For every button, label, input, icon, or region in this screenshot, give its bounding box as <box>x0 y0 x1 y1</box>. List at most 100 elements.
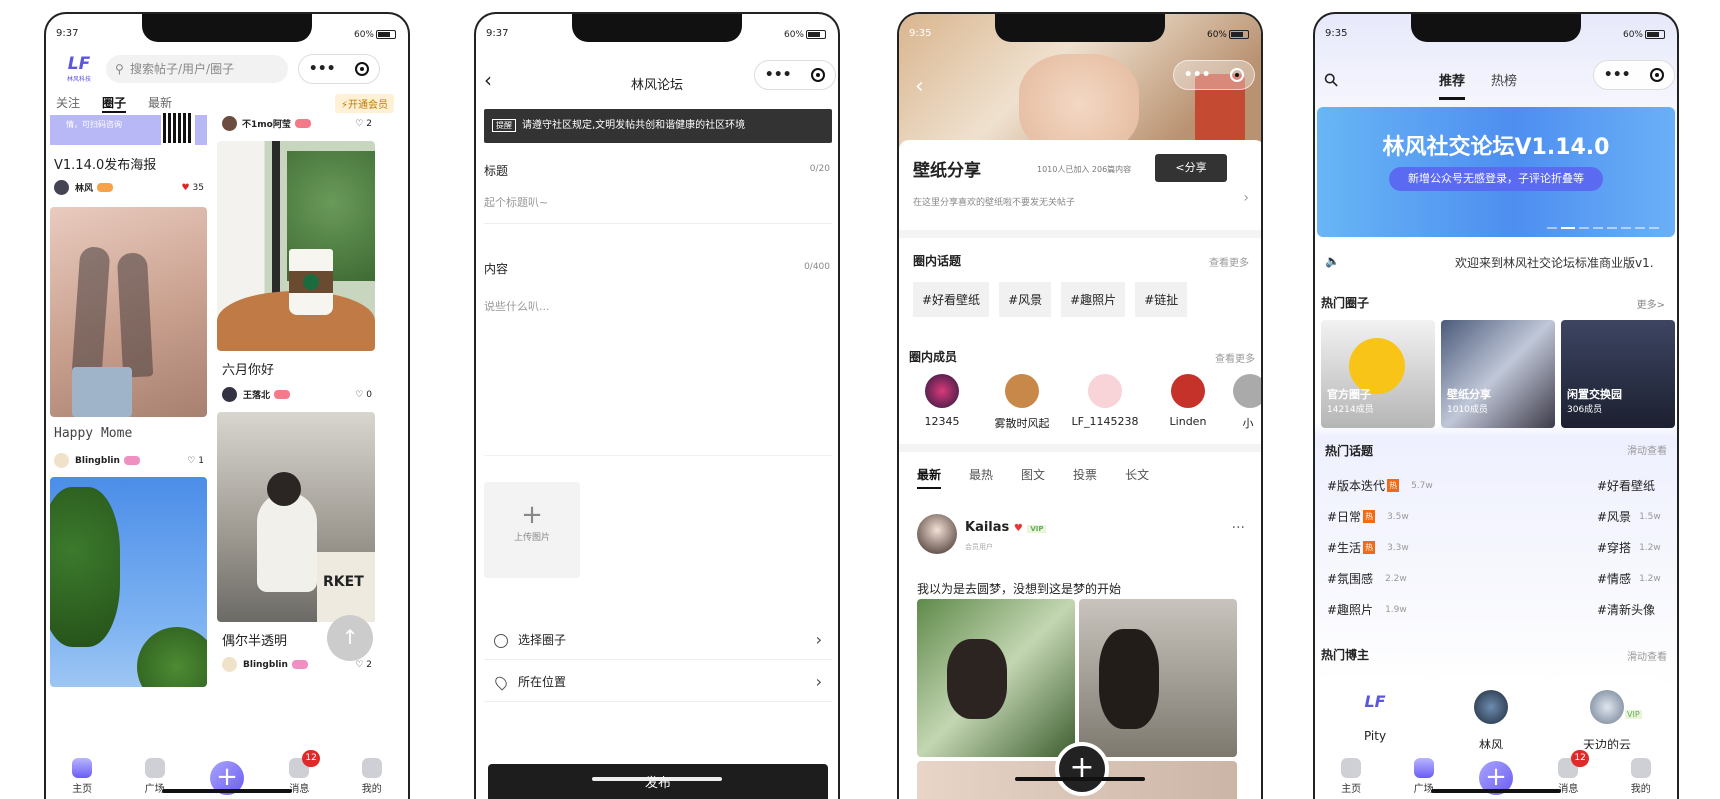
member-item[interactable]: LF_1145238 <box>1067 374 1143 431</box>
topic-row[interactable]: #好看壁纸 <box>1597 470 1677 501</box>
miniapp-capsule[interactable]: ••• <box>298 54 380 84</box>
title-input[interactable]: 起个标题叭~ <box>484 194 832 224</box>
tab-recommend[interactable]: 推荐 <box>1439 70 1466 100</box>
miniapp-capsule[interactable]: ••• <box>1593 60 1675 90</box>
more-icon[interactable]: ••• <box>765 67 792 83</box>
post-image-shadows[interactable] <box>50 207 207 417</box>
topic-name: #好看壁纸 <box>1597 479 1656 493</box>
member-item[interactable]: Linden <box>1153 374 1223 431</box>
tab-hot-list[interactable]: 热榜 <box>1491 70 1517 100</box>
tab-following[interactable]: 关注 <box>56 94 80 113</box>
topic-row[interactable]: #日常热 3.5w <box>1327 501 1497 532</box>
avatar <box>1171 374 1205 408</box>
post-author[interactable]: Kailas ♥ VIP <box>965 520 1047 535</box>
divider <box>899 230 1261 238</box>
upload-image-button[interactable]: + 上传图片 <box>484 482 580 578</box>
search-icon: ⚲ <box>115 62 124 76</box>
feed-tab-hot[interactable]: 最热 <box>969 466 993 489</box>
post-title[interactable]: V1.14.0发布海报 <box>54 154 156 173</box>
tab-mine[interactable]: 我的 <box>347 758 397 795</box>
topic-row[interactable]: #情感 1.2w <box>1597 563 1677 594</box>
more-icon[interactable]: ••• <box>1184 67 1211 83</box>
avatar[interactable] <box>222 387 237 402</box>
choose-circle-row[interactable]: 选择圈子 › <box>484 620 832 660</box>
back-to-top-icon[interactable]: ↑ <box>327 615 373 661</box>
topic-row[interactable]: #风景 1.5w <box>1597 501 1677 532</box>
close-miniapp-icon[interactable] <box>355 62 370 76</box>
topic-row[interactable]: #穿搭 1.2w <box>1597 532 1677 563</box>
post-photo-2[interactable] <box>1079 599 1237 757</box>
close-miniapp-icon[interactable] <box>1230 68 1245 82</box>
back-arrow-icon[interactable]: ‹ <box>915 74 924 99</box>
feed-tab-latest[interactable]: 最新 <box>917 466 942 489</box>
vip-button[interactable]: ⚡开通会员 <box>334 94 394 113</box>
avatar[interactable] <box>54 453 69 468</box>
content-textarea[interactable]: 说些什么叭... <box>484 286 832 456</box>
heart-outline-icon[interactable]: ♡ <box>355 119 363 129</box>
post-photo-1[interactable] <box>917 599 1075 757</box>
screen-circle-detail: 9:35 60% ‹ ••• 壁纸分享 1010人已加入 206篇内容 <分享 … <box>897 12 1263 799</box>
post-image-coffee[interactable] <box>217 141 375 351</box>
circle-card-exchange[interactable]: 闲置交换园 306成员 <box>1561 320 1675 428</box>
tab-circles[interactable]: 圈子 <box>102 94 127 113</box>
post-image-girl[interactable]: RKET <box>217 412 375 622</box>
post-title[interactable]: Happy Mome <box>54 426 132 441</box>
chevron-right-icon[interactable]: › <box>1243 190 1249 206</box>
topic-chip[interactable]: #趣照片 <box>1061 282 1126 317</box>
create-post-button[interactable]: + <box>1055 742 1109 796</box>
close-miniapp-icon[interactable] <box>811 68 826 82</box>
post-title[interactable]: 偶尔半透明 <box>222 630 287 649</box>
more-options-icon[interactable]: ··· <box>1232 520 1245 536</box>
topic-chip[interactable]: #好看壁纸 <box>913 282 990 317</box>
banner-image[interactable]: 情，可扫码咨询 <box>50 111 207 145</box>
circle-card-official[interactable]: 官方圈子 14214成员 <box>1321 320 1435 428</box>
post-title[interactable]: 六月你好 <box>222 359 274 378</box>
topic-row[interactable]: #生活热 3.3w <box>1327 532 1497 563</box>
topic-chip[interactable]: #链扯 <box>1135 282 1188 317</box>
banner-carousel[interactable]: 林风社交论坛V1.14.0 新增公众号无感登录，子评论折叠等 <box>1317 107 1675 237</box>
avatar[interactable] <box>222 116 237 131</box>
avatar[interactable] <box>222 657 237 672</box>
feed-tab-long[interactable]: 长文 <box>1125 466 1149 489</box>
tab-mine[interactable]: 我的 <box>1616 758 1666 795</box>
feed-tab-photo[interactable]: 图文 <box>1021 466 1045 489</box>
more-circles-link[interactable]: 更多> <box>1637 296 1665 311</box>
heart-outline-icon[interactable]: ♡ <box>355 390 363 400</box>
share-button[interactable]: <分享 <box>1155 154 1227 182</box>
miniapp-capsule[interactable]: ••• <box>754 60 836 90</box>
location-pin-icon <box>492 674 510 691</box>
member-item[interactable]: 雾散时风起 <box>987 374 1057 431</box>
more-icon[interactable]: ••• <box>1604 67 1631 83</box>
location-row[interactable]: 所在位置 › <box>484 662 832 702</box>
post-image-sky-tree[interactable] <box>50 477 207 687</box>
see-more-topics-link[interactable]: 查看更多 <box>1209 254 1249 269</box>
topic-row[interactable]: #清新头像 <box>1597 594 1677 625</box>
feed-tab-poll[interactable]: 投票 <box>1073 466 1097 489</box>
search-input[interactable]: ⚲ 搜索帖子/用户/圈子 <box>106 55 288 83</box>
circle-card-wallpaper[interactable]: 壁纸分享 1010成员 <box>1441 320 1555 428</box>
miniapp-capsule[interactable]: ••• <box>1173 60 1255 90</box>
topic-row[interactable]: #氛围感 2.2w <box>1327 563 1497 594</box>
search-icon[interactable]: ⚲ <box>1320 68 1344 92</box>
see-more-members-link[interactable]: 查看更多 <box>1215 350 1255 365</box>
hot-bloggers-title: 热门博主 <box>1321 648 1370 662</box>
announcement-marquee[interactable]: 欢迎来到林风社交论坛标准商业版v1. <box>1455 254 1675 271</box>
tab-home[interactable]: 主页 <box>57 758 107 795</box>
topic-row[interactable]: #趣照片 1.9w <box>1327 594 1497 625</box>
member-item[interactable]: 12345 <box>907 374 977 431</box>
heart-filled-icon[interactable]: ♥ <box>181 183 189 193</box>
heart-outline-icon[interactable]: ♡ <box>355 660 363 670</box>
publish-button[interactable]: 发布 <box>488 764 828 799</box>
topic-name: #风景 <box>1597 510 1632 524</box>
tab-home[interactable]: 主页 <box>1326 758 1376 795</box>
close-miniapp-icon[interactable] <box>1650 68 1665 82</box>
member-item[interactable]: 小 <box>1233 374 1261 431</box>
post-author-avatar[interactable] <box>917 514 957 554</box>
avatar[interactable] <box>54 180 69 195</box>
topic-chip[interactable]: #风景 <box>999 282 1052 317</box>
more-icon[interactable]: ••• <box>309 61 336 77</box>
heart-outline-icon[interactable]: ♡ <box>187 456 195 466</box>
figure-head <box>267 472 301 506</box>
topic-row[interactable]: #版本迭代热 5.7w <box>1327 470 1497 501</box>
circle-stats: 1010人已加入 206篇内容 <box>1037 165 1132 174</box>
